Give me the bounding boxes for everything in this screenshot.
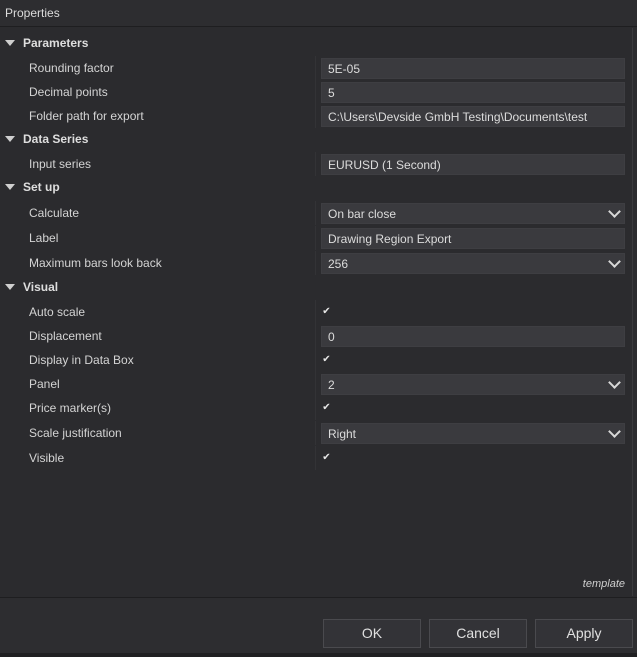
section-label: Parameters (23, 36, 89, 50)
column-divider (315, 421, 316, 445)
row-decimal-points: Decimal points 5 (0, 80, 632, 104)
folder-path-input[interactable]: C:\Users\Devside GmbH Testing\Documents\… (321, 106, 625, 127)
section-label: Data Series (23, 132, 89, 146)
template-link[interactable]: template (583, 578, 625, 590)
column-divider (315, 251, 316, 275)
column-divider (315, 226, 316, 250)
section-label: Set up (23, 180, 60, 194)
row-displacement: Displacement 0 (0, 324, 632, 348)
displacement-input[interactable]: 0 (321, 326, 625, 347)
column-divider (315, 152, 316, 176)
column-divider (315, 372, 316, 396)
max-bars-select[interactable]: 256 (321, 253, 625, 274)
section-label: Visual (23, 280, 59, 294)
property-label: Panel (29, 377, 60, 391)
dialog-footer: OK Cancel Apply (0, 597, 637, 657)
column-divider (315, 446, 316, 470)
field-value: 5E-05 (328, 62, 361, 76)
field-value: C:\Users\Devside GmbH Testing\Documents\… (328, 110, 588, 124)
row-panel: Panel 2 (0, 372, 632, 396)
section-visual[interactable]: Visual (0, 276, 632, 300)
decimal-points-input[interactable]: 5 (321, 82, 625, 103)
collapse-arrow-icon[interactable] (5, 136, 15, 142)
row-scale-justification: Scale justification Right (0, 421, 632, 445)
display-data-box-checkbox[interactable]: ✔ (321, 354, 332, 365)
row-folder-path: Folder path for export C:\Users\Devside … (0, 104, 632, 128)
property-label: Display in Data Box (29, 353, 134, 367)
property-label: Auto scale (29, 305, 86, 319)
collapse-arrow-icon[interactable] (5, 184, 15, 190)
column-divider (315, 104, 316, 128)
row-display-data-box: Display in Data Box ✔ (0, 348, 632, 372)
field-value: 5 (328, 86, 335, 100)
column-divider (315, 348, 316, 372)
column-divider (315, 300, 316, 324)
field-value: 0 (328, 330, 335, 344)
property-label: Decimal points (29, 85, 108, 99)
section-setup[interactable]: Set up (0, 176, 632, 200)
row-rounding-factor: Rounding factor 5E-05 (0, 56, 632, 80)
cancel-button[interactable]: Cancel (429, 619, 527, 648)
row-auto-scale: Auto scale ✔ (0, 300, 632, 324)
price-markers-checkbox[interactable]: ✔ (321, 402, 332, 413)
property-label: Rounding factor (29, 61, 114, 75)
row-calculate: Calculate On bar close (0, 201, 632, 225)
collapse-arrow-icon[interactable] (5, 284, 15, 290)
auto-scale-checkbox[interactable]: ✔ (321, 306, 332, 317)
scale-justification-select[interactable]: Right (321, 423, 625, 444)
collapse-arrow-icon[interactable] (5, 40, 15, 46)
section-data-series[interactable]: Data Series (0, 128, 632, 152)
field-value: Drawing Region Export (328, 232, 452, 246)
property-label: Folder path for export (29, 109, 144, 123)
property-label: Displacement (29, 329, 102, 343)
field-value: Right (328, 427, 357, 441)
field-value: 256 (328, 257, 349, 271)
property-label: Label (29, 231, 59, 245)
field-value: 2 (328, 378, 335, 392)
property-label: Maximum bars look back (29, 256, 162, 270)
row-price-markers: Price marker(s) ✔ (0, 396, 632, 420)
row-input-series: Input series EURUSD (1 Second) (0, 152, 632, 176)
property-label: Input series (29, 157, 92, 171)
column-divider (315, 201, 316, 225)
label-input[interactable]: Drawing Region Export (321, 228, 625, 249)
section-parameters[interactable]: Parameters (0, 32, 632, 56)
rounding-factor-input[interactable]: 5E-05 (321, 58, 625, 79)
apply-button[interactable]: Apply (535, 619, 633, 648)
row-label: Label Drawing Region Export (0, 226, 632, 250)
property-label: Price marker(s) (29, 401, 112, 415)
window-title: Properties (5, 6, 60, 20)
input-series-field[interactable]: EURUSD (1 Second) (321, 154, 625, 175)
panel-select[interactable]: 2 (321, 374, 625, 395)
row-visible: Visible ✔ (0, 446, 632, 470)
row-max-bars: Maximum bars look back 256 (0, 251, 632, 275)
bottom-edge (0, 653, 637, 657)
property-label: Visible (29, 451, 65, 465)
column-divider (315, 80, 316, 104)
property-label: Calculate (29, 206, 80, 220)
column-divider (315, 56, 316, 80)
column-divider (315, 396, 316, 420)
scrollbar-edge (632, 28, 633, 596)
ok-button[interactable]: OK (323, 619, 421, 648)
field-value: On bar close (328, 207, 397, 221)
property-label: Scale justification (29, 426, 122, 440)
calculate-select[interactable]: On bar close (321, 203, 625, 224)
column-divider (315, 324, 316, 348)
visible-checkbox[interactable]: ✔ (321, 452, 332, 463)
title-bar: Properties (0, 0, 637, 27)
field-value: EURUSD (1 Second) (328, 158, 441, 172)
